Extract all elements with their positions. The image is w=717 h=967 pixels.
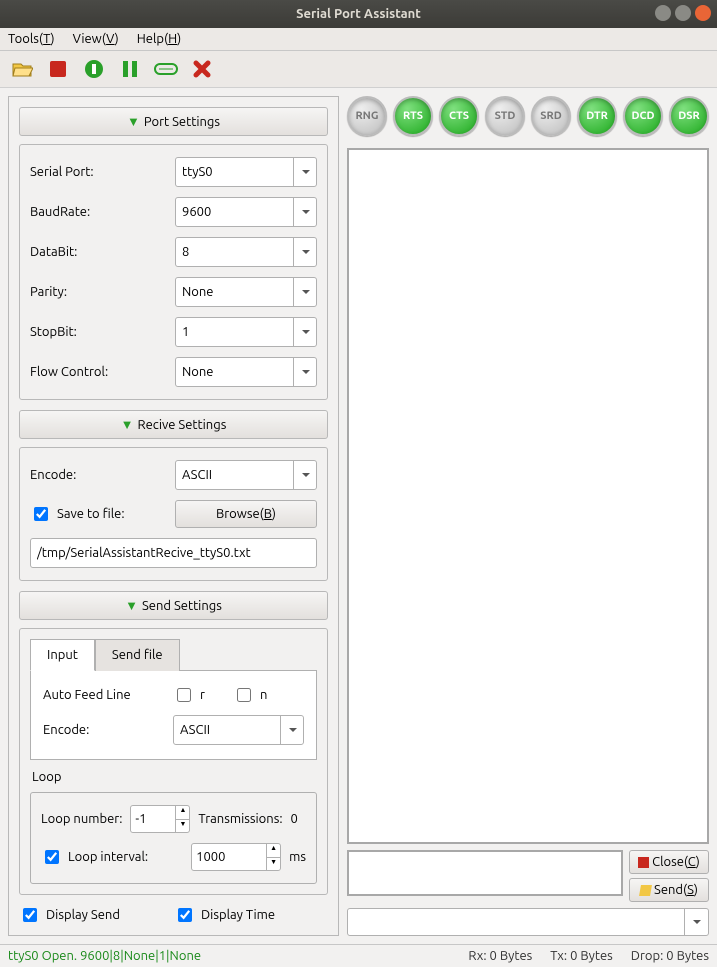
- loop-number-stepper[interactable]: ▲▼: [130, 805, 190, 833]
- parity-select[interactable]: [175, 277, 317, 307]
- pause-icon[interactable]: [118, 57, 142, 81]
- display-send-label: Display Send: [46, 908, 120, 922]
- spin-up-icon[interactable]: ▲: [266, 844, 280, 858]
- clear-icon[interactable]: [154, 57, 178, 81]
- send-textarea[interactable]: [347, 850, 623, 896]
- close-window-icon[interactable]: [695, 5, 711, 21]
- browse-button[interactable]: Browse(B): [175, 500, 317, 528]
- recive-settings-group: Encode: Save to file: Browse(B): [19, 447, 328, 581]
- led-dsr[interactable]: DSR: [669, 96, 709, 136]
- spin-up-icon[interactable]: ▲: [175, 806, 189, 820]
- chevron-down-icon: ▼: [127, 115, 140, 129]
- loop-interval-stepper[interactable]: ▲▼: [191, 843, 281, 871]
- rx-encode-select[interactable]: [175, 460, 317, 490]
- tx-encode-label: Encode:: [43, 723, 173, 737]
- rx-encode-label: Encode:: [30, 468, 175, 482]
- port-settings-group: Serial Port: BaudRate: DataBit: Parity: …: [19, 144, 328, 400]
- play-icon[interactable]: [82, 57, 106, 81]
- save-to-file-label: Save to file:: [57, 507, 125, 521]
- loop-interval-label: Loop interval:: [68, 850, 148, 864]
- baudrate-label: BaudRate:: [30, 205, 175, 219]
- led-dtr[interactable]: DTR: [577, 96, 617, 136]
- loop-number-label: Loop number:: [41, 812, 122, 826]
- chevron-down-icon: [684, 909, 708, 935]
- menu-help[interactable]: Help(H): [137, 32, 182, 46]
- menu-bar: Tools(T) View(V) Help(H): [0, 28, 717, 51]
- chevron-down-icon: ▼: [125, 599, 138, 613]
- recive-settings-header[interactable]: ▼Recive Settings: [19, 410, 328, 439]
- databit-label: DataBit:: [30, 245, 175, 259]
- databit-select[interactable]: [175, 237, 317, 267]
- toolbar: [0, 51, 717, 88]
- maximize-icon[interactable]: [675, 5, 691, 21]
- send-button[interactable]: Send(S): [629, 878, 709, 902]
- loop-label: Loop: [32, 770, 317, 784]
- spin-down-icon[interactable]: ▼: [266, 858, 280, 871]
- transmissions-value: 0: [291, 812, 298, 826]
- baudrate-select[interactable]: [175, 197, 317, 227]
- menu-tools[interactable]: Tools(T): [8, 32, 55, 46]
- feed-r-checkbox[interactable]: [177, 688, 191, 702]
- send-settings-header[interactable]: ▼Send Settings: [19, 591, 328, 620]
- left-panel: ▼Port Settings Serial Port: BaudRate: Da…: [8, 96, 339, 936]
- tab-input[interactable]: Input: [30, 639, 95, 671]
- spin-down-icon[interactable]: ▼: [175, 820, 189, 833]
- display-time-checkbox[interactable]: [178, 908, 192, 922]
- menu-view[interactable]: View(V): [73, 32, 119, 46]
- window-title: Serial Port Assistant: [296, 7, 421, 21]
- send-settings-group: Input Send file Auto Feed Line r n Encod…: [19, 628, 328, 895]
- auto-feed-line-label: Auto Feed Line: [43, 688, 173, 702]
- delete-icon[interactable]: [190, 57, 214, 81]
- tx-bytes: Tx: 0 Bytes: [550, 949, 613, 963]
- save-file-path-input[interactable]: [30, 538, 317, 568]
- port-settings-header[interactable]: ▼Port Settings: [19, 107, 328, 136]
- close-icon: [638, 857, 649, 868]
- tx-encode-select[interactable]: [173, 715, 304, 745]
- feed-n-checkbox[interactable]: [237, 688, 251, 702]
- tab-send-file[interactable]: Send file: [95, 639, 180, 671]
- receive-textarea[interactable]: [347, 148, 709, 844]
- ms-label: ms: [289, 850, 306, 864]
- status-leds: RNGRTSCTSSTDSRDDTRDCDDSR: [347, 96, 709, 136]
- led-dcd[interactable]: DCD: [623, 96, 663, 136]
- chevron-down-icon: ▼: [121, 418, 134, 432]
- right-panel: RNGRTSCTSSTDSRDDTRDCDDSR Close(C) Send(S…: [347, 96, 709, 936]
- stopbit-label: StopBit:: [30, 325, 175, 339]
- rx-bytes: Rx: 0 Bytes: [468, 949, 532, 963]
- led-cts[interactable]: CTS: [439, 96, 479, 136]
- port-status: ttyS0 Open. 9600|8|None|1|None: [8, 949, 201, 963]
- status-bar: ttyS0 Open. 9600|8|None|1|None Rx: 0 Byt…: [0, 944, 717, 967]
- serial-port-select[interactable]: [175, 157, 317, 187]
- led-rts[interactable]: RTS: [393, 96, 433, 136]
- history-select[interactable]: [347, 908, 709, 936]
- flowcontrol-select[interactable]: [175, 357, 317, 387]
- drop-bytes: Drop: 0 Bytes: [631, 949, 709, 963]
- title-bar: Serial Port Assistant: [0, 0, 717, 28]
- open-icon[interactable]: [10, 57, 34, 81]
- led-srd[interactable]: SRD: [531, 96, 571, 136]
- transmissions-label: Transmissions:: [198, 812, 282, 826]
- window-controls: [655, 5, 711, 21]
- tab-input-body: Auto Feed Line r n Encode:: [30, 670, 317, 760]
- flowcontrol-label: Flow Control:: [30, 365, 175, 379]
- led-rng[interactable]: RNG: [347, 96, 387, 136]
- loop-interval-checkbox[interactable]: [45, 850, 59, 864]
- led-std[interactable]: STD: [485, 96, 525, 136]
- display-time-label: Display Time: [201, 908, 275, 922]
- minimize-icon[interactable]: [655, 5, 671, 21]
- stopbit-select[interactable]: [175, 317, 317, 347]
- parity-label: Parity:: [30, 285, 175, 299]
- send-icon: [639, 885, 652, 896]
- save-to-file-checkbox[interactable]: [34, 507, 48, 521]
- close-button[interactable]: Close(C): [629, 850, 709, 874]
- serial-port-label: Serial Port:: [30, 165, 175, 179]
- stop-icon[interactable]: [46, 57, 70, 81]
- display-send-checkbox[interactable]: [23, 908, 37, 922]
